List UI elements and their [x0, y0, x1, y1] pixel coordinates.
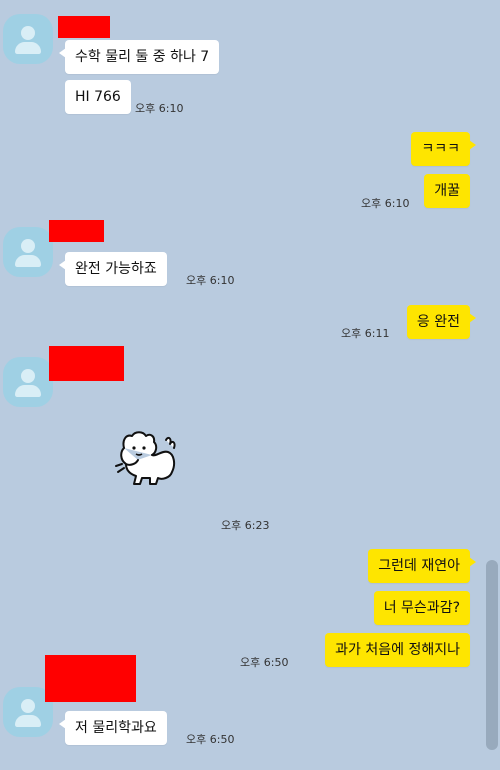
avatar-body-icon — [15, 255, 41, 267]
redacted-sender-name — [45, 655, 136, 702]
my-message-bubble[interactable]: 그런데 재연아 — [368, 549, 476, 583]
message-bubble[interactable]: 저 물리학과요 — [59, 711, 167, 745]
my-message-bubble[interactable]: 개꿀 — [424, 174, 470, 208]
avatar-head-icon — [21, 26, 35, 40]
redacted-sender-name — [49, 220, 104, 242]
avatar[interactable] — [3, 357, 53, 407]
avatar-body-icon — [15, 385, 41, 397]
message-bubble[interactable]: HI 766 — [65, 80, 131, 114]
avatar-body-icon — [15, 715, 41, 727]
redacted-sender-name — [58, 16, 110, 38]
message-timestamp: 오후 6:10 — [186, 274, 235, 287]
avatar-head-icon — [21, 369, 35, 383]
message-timestamp: 오후 6:11 — [341, 327, 390, 340]
message-timestamp: 오후 6:50 — [240, 656, 289, 669]
my-message-bubble[interactable]: 너 무슨과감? — [373, 591, 470, 625]
message-timestamp: 오후 6:50 — [186, 733, 235, 746]
scrollbar[interactable] — [486, 560, 498, 750]
message-timestamp: 오후 6:10 — [135, 102, 184, 115]
message-bubble[interactable]: 완전 가능하죠 — [59, 252, 167, 286]
my-message-bubble[interactable]: ㅋㅋㅋ — [411, 132, 476, 166]
avatar-head-icon — [21, 239, 35, 253]
puppy-sticker-icon[interactable] — [112, 426, 184, 490]
message-timestamp: 오후 6:10 — [361, 197, 410, 210]
avatar-head-icon — [21, 699, 35, 713]
scrollbar-thumb[interactable] — [486, 560, 498, 750]
my-message-bubble[interactable]: 과가 처음에 정해지나 — [325, 633, 470, 667]
message-timestamp: 오후 6:23 — [221, 519, 270, 532]
avatar[interactable] — [3, 227, 53, 277]
avatar[interactable] — [3, 14, 53, 64]
my-message-bubble[interactable]: 응 완전 — [406, 305, 477, 339]
avatar-body-icon — [15, 42, 41, 54]
redacted-sender-name — [49, 346, 124, 381]
message-bubble[interactable]: 수학 물리 둘 중 하나 7 — [58, 40, 220, 74]
